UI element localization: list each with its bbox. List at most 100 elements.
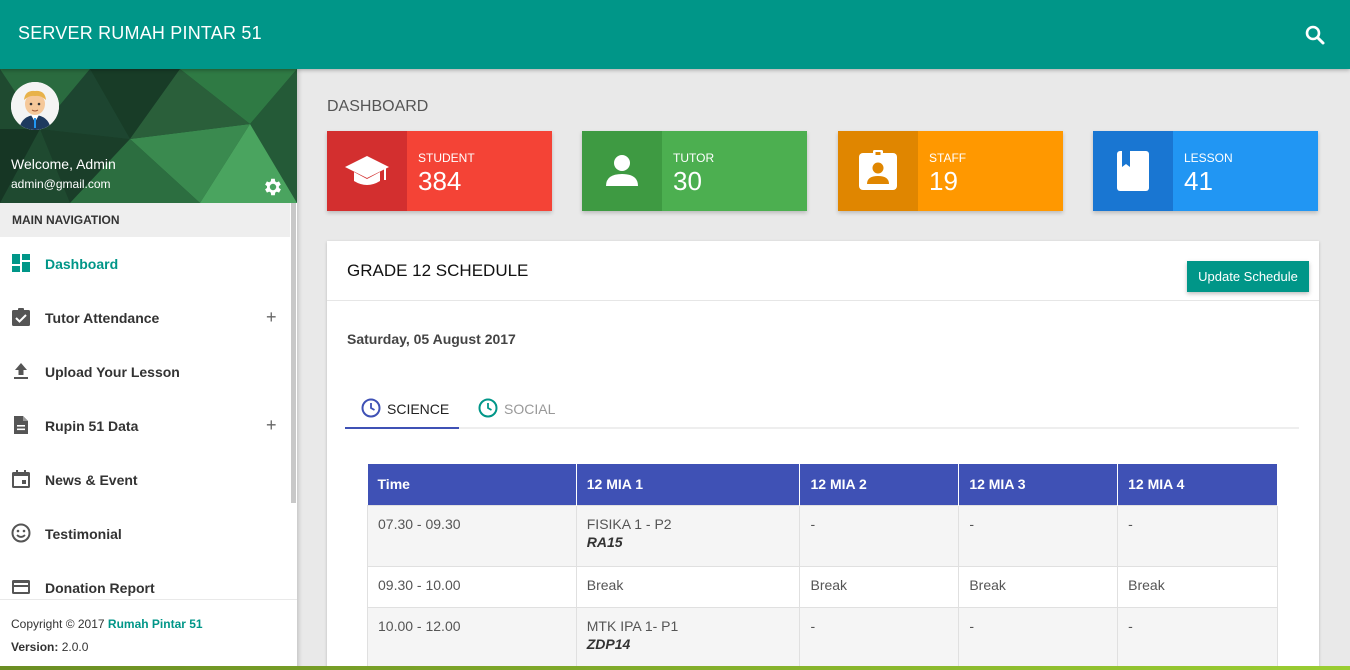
stat-label: STAFF <box>929 151 967 165</box>
document-icon <box>14 416 28 434</box>
table-row: 10.00 - 12.00 MTK IPA 1- P1 ZDP14 - - - <box>367 606 1278 669</box>
nav-header: MAIN NAVIGATION <box>0 203 290 237</box>
top-bar: SERVER RUMAH PINTAR 51 <box>0 0 1350 69</box>
lesson-cell: - <box>799 504 960 567</box>
update-schedule-button[interactable]: Update Schedule <box>1187 261 1309 292</box>
gear-icon[interactable] <box>262 176 284 198</box>
lesson-cell: Break <box>799 565 960 608</box>
stat-label: LESSON <box>1184 151 1233 165</box>
version-value: 2.0.0 <box>58 640 89 654</box>
sidebar-item-label: Testimonial <box>45 526 122 542</box>
search-icon[interactable] <box>1302 22 1328 48</box>
time-cell: 07.30 - 09.30 <box>367 504 577 567</box>
column-header: 12 MIA 1 <box>576 464 801 505</box>
welcome-text: Welcome, Admin <box>11 156 116 172</box>
schedule-tabs: SCIENCE SOCIAL <box>345 389 1299 429</box>
sidebar-scrollbar[interactable] <box>291 203 296 503</box>
lesson-code: ZDP14 <box>586 635 631 652</box>
nav-list: Dashboard Tutor Attendance + Upload Your… <box>0 237 290 615</box>
column-header: Time <box>367 464 577 505</box>
sidebar-item-upload-lesson[interactable]: Upload Your Lesson <box>0 345 290 399</box>
sidebar-item-dashboard[interactable]: Dashboard <box>0 237 290 291</box>
copyright-line: Copyright © 2017 Rumah Pintar 51 <box>11 617 286 631</box>
version-label: Version: <box>11 640 59 654</box>
sidebar-item-tutor-attendance[interactable]: Tutor Attendance + <box>0 291 290 345</box>
lesson-name: MTK IPA 1- P1 <box>586 617 679 634</box>
version-line: Version: 2.0.0 <box>11 640 286 654</box>
stat-value: 41 <box>1184 166 1213 196</box>
tab-social[interactable]: SOCIAL <box>462 389 562 429</box>
user-email: admin@gmail.com <box>11 177 111 191</box>
credit-card-icon <box>12 580 30 594</box>
lesson-cell: MTK IPA 1- P1 ZDP14 <box>575 606 801 669</box>
stat-lesson-card[interactable]: LESSON 41 <box>1093 131 1318 211</box>
column-header: 12 MIA 4 <box>1117 464 1278 505</box>
lesson-cell: Break <box>575 565 801 608</box>
sidebar-footer: Copyright © 2017 Rumah Pintar 51 Version… <box>0 599 297 670</box>
expand-icon[interactable]: + <box>266 307 277 328</box>
schedule-title: GRADE 12 SCHEDULE <box>347 261 529 280</box>
sidebar: Welcome, Admin admin@gmail.com MAIN NAVI… <box>0 69 297 670</box>
lesson-cell: - <box>799 606 960 669</box>
lesson-code: RA15 <box>586 533 623 550</box>
sidebar-item-label: Upload Your Lesson <box>45 364 180 380</box>
tab-science[interactable]: SCIENCE <box>345 389 459 429</box>
stat-value: 19 <box>929 166 958 196</box>
copyright-text: Copyright © 2017 <box>11 617 108 631</box>
tab-label: SCIENCE <box>387 401 450 417</box>
badge-icon <box>838 131 918 211</box>
schedule-card: GRADE 12 SCHEDULE Update Schedule Saturd… <box>327 241 1319 670</box>
book-icon <box>1093 131 1173 211</box>
card-header: GRADE 12 SCHEDULE Update Schedule <box>327 241 1319 301</box>
user-panel: Welcome, Admin admin@gmail.com <box>0 69 297 203</box>
page-title: DASHBOARD <box>327 98 429 115</box>
table-row: 09.30 - 10.00 Break Break Break Break <box>367 565 1278 608</box>
sidebar-item-label: Donation Report <box>45 580 155 596</box>
graduation-cap-icon <box>327 131 407 211</box>
lesson-name: FISIKA 1 - P2 <box>586 515 672 532</box>
lesson-cell: - <box>958 504 1119 567</box>
lesson-cell: - <box>1117 606 1278 669</box>
app-title[interactable]: SERVER RUMAH PINTAR 51 <box>18 23 262 44</box>
column-header: 12 MIA 2 <box>799 464 960 505</box>
column-header: 12 MIA 3 <box>958 464 1119 505</box>
lesson-cell: - <box>1117 504 1278 567</box>
sidebar-item-rupin-data[interactable]: Rupin 51 Data + <box>0 399 290 453</box>
smiley-icon <box>11 523 31 543</box>
sidebar-item-news-event[interactable]: News & Event <box>0 453 290 507</box>
bottom-edge <box>0 666 1350 670</box>
sidebar-item-testimonial[interactable]: Testimonial <box>0 507 290 561</box>
clock-icon <box>361 398 381 418</box>
stat-label: TUTOR <box>673 151 715 165</box>
expand-icon[interactable]: + <box>266 415 277 436</box>
clipboard-check-icon <box>12 308 30 326</box>
sidebar-item-label: Dashboard <box>45 256 119 272</box>
sidebar-item-label: Rupin 51 Data <box>45 418 139 434</box>
clock-icon <box>478 398 498 418</box>
stat-staff-card[interactable]: STAFF 19 <box>838 131 1063 211</box>
table-row: 07.30 - 09.30 FISIKA 1 - P2 RA15 - - - <box>367 504 1278 567</box>
person-icon <box>582 131 662 211</box>
dashboard-icon <box>12 254 30 272</box>
lesson-cell: - <box>958 606 1119 669</box>
avatar[interactable] <box>11 82 59 130</box>
lesson-cell: Break <box>958 565 1119 608</box>
stat-tutor-card[interactable]: TUTOR 30 <box>582 131 807 211</box>
sidebar-item-label: News & Event <box>45 472 138 488</box>
table-header-row: Time 12 MIA 1 12 MIA 2 12 MIA 3 12 MIA 4 <box>367 464 1278 505</box>
upload-icon <box>14 363 28 379</box>
time-cell: 10.00 - 12.00 <box>367 606 577 669</box>
lesson-cell: Break <box>1117 565 1278 608</box>
time-cell: 09.30 - 10.00 <box>367 565 577 608</box>
lesson-cell: FISIKA 1 - P2 RA15 <box>575 504 801 567</box>
stat-value: 384 <box>418 166 462 196</box>
copyright-brand-link[interactable]: Rumah Pintar 51 <box>108 617 203 631</box>
stat-label: STUDENT <box>418 151 475 165</box>
stat-student-card[interactable]: STUDENT 384 <box>327 131 552 211</box>
calendar-icon <box>12 470 30 488</box>
schedule-date: Saturday, 05 August 2017 <box>347 331 516 347</box>
stat-value: 30 <box>673 166 702 196</box>
schedule-table: Time 12 MIA 1 12 MIA 2 12 MIA 3 12 MIA 4… <box>367 464 1278 669</box>
tab-label: SOCIAL <box>504 401 556 417</box>
sidebar-item-label: Tutor Attendance <box>45 310 160 326</box>
